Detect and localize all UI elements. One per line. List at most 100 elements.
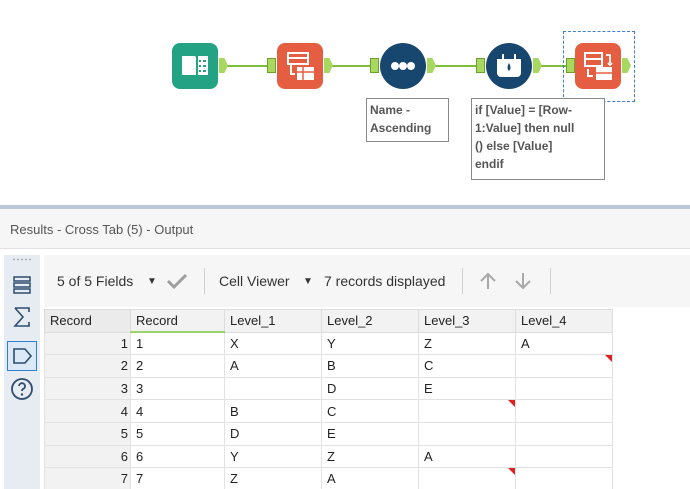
table-cell[interactable]: 1: [130, 331, 225, 356]
input-anchor[interactable]: [267, 58, 276, 73]
metadata-button[interactable]: [7, 302, 37, 332]
sort-tool[interactable]: [380, 43, 426, 89]
chevron-down-icon[interactable]: ▼: [147, 276, 157, 287]
formula-annotation: if [Value] = [Row- 1:Value] then null ()…: [471, 98, 605, 180]
table-cell[interactable]: A: [515, 331, 613, 356]
table-cell[interactable]: [418, 467, 516, 489]
column-header[interactable]: Level_3: [418, 309, 516, 333]
toolbar-separator: [462, 268, 463, 294]
table-cell[interactable]: A: [224, 354, 322, 378]
table-row[interactable]: 33 DE: [44, 376, 613, 401]
results-title: Results - Cross Tab (5) - Output: [0, 209, 690, 249]
row-number-cell[interactable]: 1: [44, 331, 131, 356]
table-cell[interactable]: [515, 399, 613, 423]
output-anchor[interactable]: [533, 58, 542, 73]
sigma-icon: [13, 307, 30, 327]
rows-icon: [13, 276, 31, 294]
column-header[interactable]: Record: [130, 309, 225, 334]
input-anchor[interactable]: [370, 58, 379, 73]
row-number-cell[interactable]: 3: [44, 376, 131, 401]
table-cell[interactable]: D: [321, 376, 419, 401]
grip-icon[interactable]: [12, 258, 32, 261]
multi-row-formula-tool[interactable]: [486, 43, 532, 89]
toolbar-separator: [550, 268, 551, 294]
records-count: 7 records displayed: [324, 273, 446, 289]
table-cell[interactable]: E: [418, 376, 516, 401]
table-cell[interactable]: E: [321, 421, 419, 446]
table-cell[interactable]: A: [418, 444, 516, 469]
output-anchor[interactable]: [324, 58, 333, 73]
connection-wire: [331, 65, 371, 67]
table-cell[interactable]: 2: [130, 354, 225, 378]
fields-dropdown[interactable]: 5 of 5 Fields: [57, 273, 133, 289]
table-cell[interactable]: B: [321, 354, 419, 378]
row-number-cell[interactable]: 7: [44, 467, 131, 489]
header-row: Record Record Level_1 Level_2 Level_3 Le…: [44, 309, 613, 334]
table-row[interactable]: 44BC: [44, 399, 613, 423]
table-cell[interactable]: 3: [130, 376, 225, 401]
table-row[interactable]: 11XYZA: [44, 331, 613, 356]
table-cell[interactable]: [418, 399, 516, 423]
table-cell[interactable]: Y: [224, 444, 322, 469]
input-data-tool[interactable]: [172, 43, 218, 89]
row-number-cell[interactable]: 6: [44, 444, 131, 469]
column-header[interactable]: Level_2: [321, 309, 419, 333]
table-cell[interactable]: [515, 444, 613, 469]
table-row[interactable]: 22ABC: [44, 354, 613, 378]
data-view-button[interactable]: [7, 270, 37, 300]
column-header[interactable]: Level_1: [224, 309, 322, 333]
results-toolbar: 5 of 5 Fields ▼ Cell Viewer ▼ 7 records …: [44, 255, 690, 307]
table-cell[interactable]: Z: [224, 467, 322, 489]
table-cell[interactable]: Z: [321, 444, 419, 469]
help-button[interactable]: [7, 374, 37, 404]
table-cell[interactable]: Z: [418, 331, 516, 356]
table-cell[interactable]: 6: [130, 444, 225, 469]
row-number-cell[interactable]: 4: [44, 399, 131, 423]
table-cell[interactable]: A: [321, 467, 419, 489]
sort-annotation: Name - Ascending: [366, 98, 449, 142]
table-cell[interactable]: [515, 354, 613, 378]
multi-row-formula-icon: [497, 54, 521, 77]
table-cell[interactable]: [515, 421, 613, 446]
table-row[interactable]: 77ZA: [44, 467, 613, 489]
help-icon: [11, 378, 33, 400]
workflow-canvas[interactable]: Name - Ascending if [Value] = [Row- 1:Va…: [0, 0, 690, 205]
table-cell[interactable]: D: [224, 421, 322, 446]
table-cell[interactable]: [515, 376, 613, 401]
toolbar-separator: [204, 268, 205, 294]
tag-view-button[interactable]: [7, 341, 37, 371]
sort-dots-icon: [391, 62, 415, 70]
table-cell[interactable]: [224, 376, 322, 401]
output-anchor[interactable]: [219, 58, 228, 73]
results-table: Record Record Level_1 Level_2 Level_3 Le…: [44, 309, 613, 489]
table-cell[interactable]: C: [418, 354, 516, 378]
cross-tab-tool-selected[interactable]: [575, 43, 621, 89]
book-icon: [182, 56, 208, 75]
column-header[interactable]: Level_4: [515, 309, 613, 333]
table-cell[interactable]: 7: [130, 467, 225, 489]
table-cell[interactable]: X: [224, 331, 322, 356]
row-number-cell[interactable]: 5: [44, 421, 131, 446]
table-cell[interactable]: 4: [130, 399, 225, 423]
table-row[interactable]: 55DE: [44, 421, 613, 446]
table-cell[interactable]: 5: [130, 421, 225, 446]
table-cell[interactable]: [418, 421, 516, 446]
results-panel: Results - Cross Tab (5) - Output 5 of 5 …: [0, 209, 690, 489]
arrow-down-icon[interactable]: [513, 271, 533, 291]
arrow-up-icon[interactable]: [478, 271, 498, 291]
connection-wire: [434, 65, 477, 67]
chevron-down-icon[interactable]: ▼: [303, 276, 313, 287]
cell-viewer-dropdown[interactable]: Cell Viewer: [219, 273, 290, 289]
checkmark-icon[interactable]: [166, 272, 188, 290]
row-number-cell[interactable]: 2: [44, 354, 131, 378]
cross-tab-tool[interactable]: [277, 43, 323, 89]
table-cell[interactable]: B: [224, 399, 322, 423]
table-row[interactable]: 66YZA: [44, 444, 613, 469]
cross-tab-icon: [584, 52, 613, 80]
table-cell[interactable]: [515, 467, 613, 489]
input-anchor[interactable]: [476, 58, 485, 73]
table-cell[interactable]: Y: [321, 331, 419, 356]
column-header[interactable]: Record: [44, 309, 131, 333]
table-cell[interactable]: C: [321, 399, 419, 423]
output-anchor[interactable]: [427, 58, 436, 73]
